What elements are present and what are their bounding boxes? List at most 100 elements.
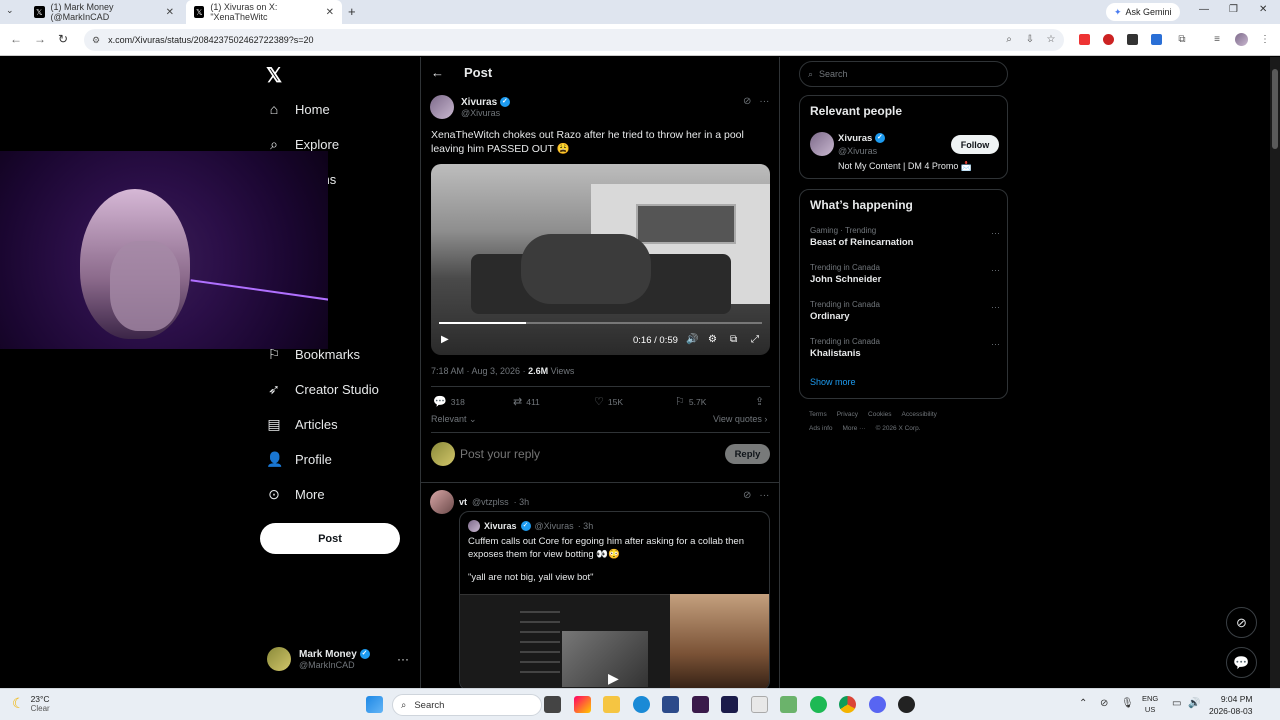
spotify-icon[interactable] <box>810 696 827 713</box>
tab-search-icon[interactable]: ⌄ <box>6 5 14 16</box>
avatar[interactable] <box>430 490 454 514</box>
extension-icon[interactable] <box>1127 34 1138 45</box>
extension-icon[interactable] <box>1103 34 1114 45</box>
tray-chevron-up-icon[interactable]: ⌃ <box>1079 698 1087 709</box>
new-tab-icon[interactable]: + <box>348 4 356 19</box>
reload-icon[interactable]: ↻ <box>58 32 68 46</box>
taskbar-search[interactable]: ⌕ Search <box>392 694 542 716</box>
weather-widget[interactable]: ☾ 23°C Clear <box>12 694 50 713</box>
author-name[interactable]: Xivuras <box>461 97 497 108</box>
share-action[interactable]: ⇪ <box>755 395 764 408</box>
minimize-icon[interactable]: — <box>1199 4 1209 15</box>
premiere-icon[interactable] <box>721 696 738 713</box>
quote-media-screenshot[interactable] <box>460 594 670 690</box>
play-icon[interactable]: ▶ <box>441 334 449 345</box>
display-icon[interactable]: ▭ <box>1172 698 1181 709</box>
profile-avatar[interactable] <box>1235 33 1248 46</box>
extensions-puzzle-icon[interactable]: ⧉ <box>1176 33 1188 45</box>
language-indicator[interactable]: ENG US <box>1142 693 1158 715</box>
repost-action[interactable]: ⇄ 411 <box>513 395 540 408</box>
extension-icon[interactable] <box>1079 34 1090 45</box>
browser-tab-active[interactable]: 𝕏 (1) Xivuras on X: "XenaTheWitc ✕ <box>186 0 342 24</box>
show-more-link[interactable]: Show more <box>810 377 856 387</box>
close-window-icon[interactable]: ✕ <box>1259 4 1267 15</box>
trend-item[interactable]: Trending in Canada John Schneider ··· <box>810 263 1000 285</box>
bookmark-star-icon[interactable]: ☆ <box>1045 33 1057 45</box>
like-action[interactable]: ♡ 15K <box>594 395 623 408</box>
nav-more[interactable]: ⊙ More <box>266 482 325 506</box>
chrome-icon[interactable] <box>839 696 856 713</box>
grok-fab-button[interactable]: ⊘ <box>1226 607 1257 638</box>
fullscreen-icon[interactable]: ⤢ <box>751 334 759 345</box>
nav-profile[interactable]: 👤 Profile <box>266 447 332 471</box>
forward-icon[interactable]: → <box>34 32 46 46</box>
bookmark-action[interactable]: ⚐ 5.7K <box>675 395 706 408</box>
settings-gear-icon[interactable]: ⚙ <box>708 334 717 345</box>
url-field[interactable]: ⚙ x.com/Xivuras/status/20842375024627223… <box>84 29 1064 51</box>
search-box[interactable]: ⌕ Search <box>799 61 1008 87</box>
follow-button[interactable]: Follow <box>951 135 999 154</box>
edge-icon[interactable] <box>633 696 650 713</box>
messages-fab-button[interactable]: 💬 <box>1226 647 1257 678</box>
footer-link[interactable]: Ads info <box>809 425 833 432</box>
grok-icon[interactable]: ⊘ <box>743 490 751 501</box>
reply-input[interactable] <box>460 447 710 461</box>
trend-more-icon[interactable]: ··· <box>991 339 1000 349</box>
comment-author-handle[interactable]: @vtzplss <box>472 497 509 507</box>
account-switcher[interactable]: Mark Money ✓ @MarkInCAD <box>267 647 370 671</box>
app-icon[interactable] <box>574 696 591 713</box>
back-icon[interactable]: ← <box>10 32 22 46</box>
back-arrow-icon[interactable]: ← <box>431 65 444 80</box>
windows-start-icon[interactable] <box>366 696 383 713</box>
trend-more-icon[interactable]: ··· <box>991 302 1000 312</box>
post-timestamp[interactable]: 7:18 AM · Aug 3, 2026 · <box>431 366 528 376</box>
browser-menu-icon[interactable]: ⋮ <box>1259 33 1271 45</box>
footer-link[interactable]: Accessibility <box>902 411 937 418</box>
quoted-post[interactable]: Xivuras ✓ @Xivuras · 3h Cuffem calls out… <box>459 511 770 691</box>
video-player[interactable]: ▶ 0:16 / 0:59 🔊 ⚙ ⧉ ⤢ <box>431 164 770 355</box>
task-view-icon[interactable] <box>544 696 561 713</box>
footer-link[interactable]: Privacy <box>837 411 858 418</box>
volume-icon[interactable]: 🔊 <box>1188 698 1200 709</box>
file-explorer-icon[interactable] <box>603 696 620 713</box>
post-author[interactable]: Xivuras ✓ @Xivuras <box>430 95 510 119</box>
microphone-icon[interactable]: 🎙 <box>1121 698 1134 709</box>
network-off-icon[interactable]: ⊘ <box>1100 698 1108 709</box>
reading-list-icon[interactable]: ≡ <box>1211 33 1223 45</box>
person-handle[interactable]: @Xivuras <box>838 146 877 156</box>
ask-gemini-button[interactable]: ✦ Ask Gemini <box>1106 3 1180 21</box>
nav-home[interactable]: ⌂ Home <box>266 97 330 121</box>
footer-link[interactable]: Terms <box>809 411 827 418</box>
pip-icon[interactable]: ⧉ <box>730 334 737 345</box>
trend-item[interactable]: Trending in Canada Khalistanis ··· <box>810 337 1000 359</box>
app-icon[interactable] <box>898 696 915 713</box>
app-icon[interactable] <box>662 696 679 713</box>
play-icon[interactable]: ▶ <box>608 670 619 687</box>
grok-icon[interactable]: ⊘ <box>743 96 751 107</box>
scrollbar-thumb[interactable] <box>1272 69 1278 149</box>
app-icon[interactable] <box>751 696 768 713</box>
trend-item[interactable]: Trending in Canada Ordinary ··· <box>810 300 1000 322</box>
post-more-icon[interactable]: ··· <box>759 96 769 107</box>
avatar[interactable] <box>810 132 834 156</box>
quote-media-photo[interactable] <box>670 594 769 690</box>
person-name-row[interactable]: Xivuras ✓ <box>838 133 885 144</box>
close-tab-icon[interactable]: ✕ <box>166 7 174 18</box>
reply-action[interactable]: 💬 318 <box>433 395 465 408</box>
trend-more-icon[interactable]: ··· <box>991 228 1000 238</box>
x-logo-icon[interactable]: 𝕏 <box>266 63 282 88</box>
trend-more-icon[interactable]: ··· <box>991 265 1000 275</box>
account-more-icon[interactable]: ··· <box>397 652 409 666</box>
footer-link[interactable]: Cookies <box>868 411 891 418</box>
comment-more-icon[interactable]: ··· <box>759 490 769 501</box>
install-app-icon[interactable]: ⇩ <box>1024 33 1036 45</box>
trend-item[interactable]: Gaming · Trending Beast of Reincarnation… <box>810 226 1000 248</box>
footer-link[interactable]: More ··· <box>843 425 866 432</box>
zoom-icon[interactable]: ⌕ <box>1003 33 1015 45</box>
site-info-icon[interactable]: ⚙ <box>92 35 100 46</box>
discord-icon[interactable] <box>869 696 886 713</box>
reply-sort-dropdown[interactable]: Relevant ⌄ <box>431 414 477 425</box>
nav-articles[interactable]: ▤ Articles <box>266 412 337 436</box>
restore-icon[interactable]: ❐ <box>1229 4 1238 15</box>
comment-author-name[interactable]: vt <box>459 497 467 507</box>
